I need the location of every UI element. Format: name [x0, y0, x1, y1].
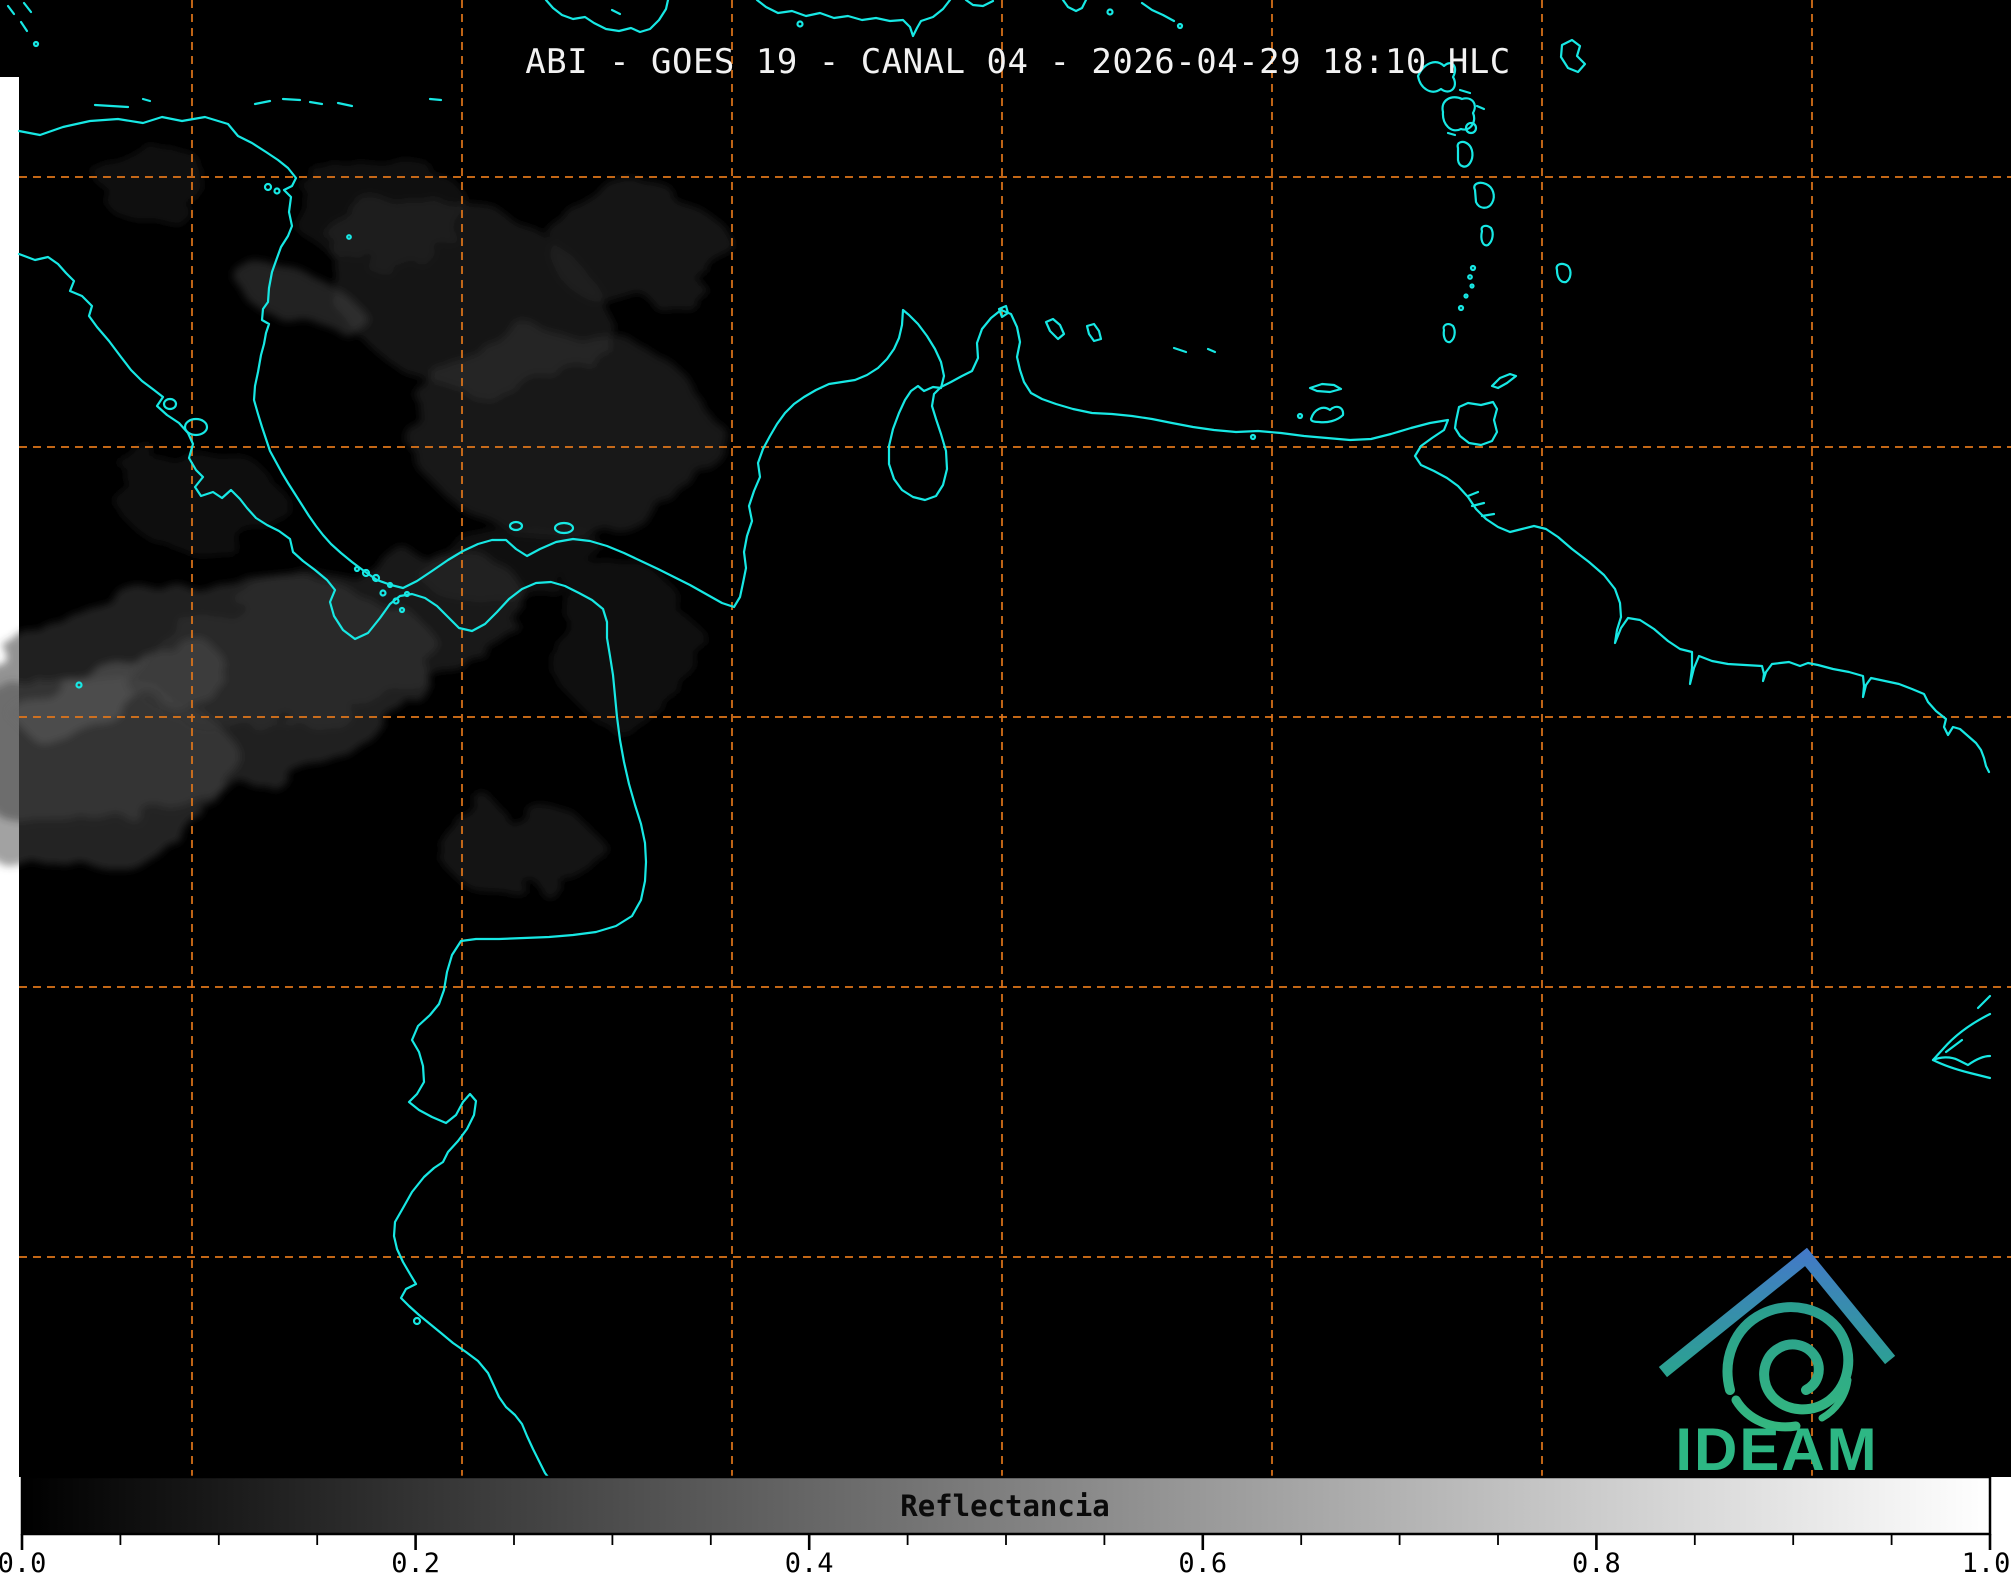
ideam-logo-text: IDEAM [1675, 1416, 1878, 1483]
colorbar-tick-label: 0.0 [0, 1548, 46, 1577]
colorbar-tick-label: 1.0 [1962, 1548, 2011, 1577]
colorbar-tick-label: 0.2 [391, 1548, 440, 1577]
map-title: ABI - GOES 19 - CANAL 04 - 2026-04-29 18… [525, 42, 1511, 82]
satellite-map: ABI - GOES 19 - CANAL 04 - 2026-04-29 18… [0, 0, 2011, 1479]
colorbar-tick-label: 0.4 [785, 1548, 834, 1577]
colorbar-tick-label: 0.8 [1572, 1548, 1621, 1577]
figure-canvas: ABI - GOES 19 - CANAL 04 - 2026-04-29 18… [0, 0, 2011, 1577]
colorbar-tick-label: 0.6 [1178, 1548, 1227, 1577]
reflectance-label: Reflectancia [900, 1489, 1110, 1523]
corner-patch [0, 0, 19, 77]
